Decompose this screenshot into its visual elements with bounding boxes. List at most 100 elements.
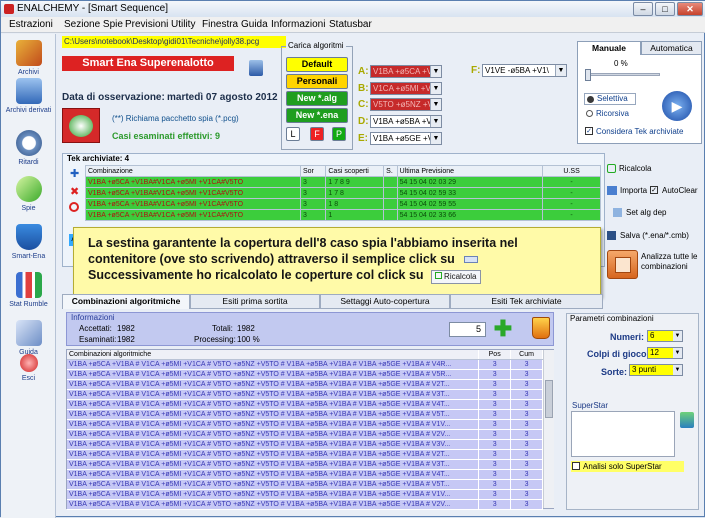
menu-utility[interactable]: Utility (171, 19, 195, 30)
l-button[interactable]: L (286, 127, 300, 141)
list-item[interactable]: V1BA +ø5CA +V1BA # V1CA +ø5MI +V1CA # V5… (67, 359, 543, 371)
autoclear-checkbox[interactable]: ✓ AutoClear (650, 186, 698, 195)
tab-automatica[interactable]: Automatica (641, 41, 702, 55)
table-row[interactable]: V1BA +ø5CA +V1BA#V1CA +ø5MI +V1CA#V5TO 3 1… (85, 209, 601, 221)
menu-sezione-spie[interactable]: Sezione Spie (64, 19, 123, 30)
f-button[interactable]: F (310, 127, 324, 141)
list-item[interactable]: V1BA +ø5CA +V1BA # V1CA +ø5MI +V1CA # V5… (67, 449, 543, 461)
menu-statusbar[interactable]: Statusbar (329, 19, 372, 30)
list-item[interactable]: V1BA +ø5CA +V1BA # V1CA +ø5MI +V1CA # V5… (67, 419, 543, 431)
default-button[interactable]: Default (286, 57, 348, 72)
colpi-select[interactable]: 12 ▼ (647, 347, 683, 359)
slot-e-select[interactable]: V1BA +ø5GE +V1I ▼ (370, 132, 442, 145)
personali-button[interactable]: Personali (286, 74, 348, 89)
menu-guida[interactable]: Guida (241, 19, 268, 30)
play-button[interactable]: ▶ (662, 91, 692, 121)
list-item[interactable]: V1BA +ø5CA +V1BA # V1CA +ø5MI +V1CA # V5… (67, 369, 543, 381)
book-icon (15, 320, 42, 346)
monitor-icon[interactable] (680, 412, 694, 428)
list-item[interactable]: V1BA +ø5CA +V1BA # V1CA +ø5MI +V1CA # V5… (67, 429, 543, 441)
ricorsiva-radio[interactable]: Ricorsiva (584, 109, 629, 118)
delete-icon[interactable]: ✖ (70, 185, 79, 198)
list-item[interactable]: V1BA +ø5CA +V1BA # V1CA +ø5MI +V1CA # V5… (67, 499, 543, 511)
tab-combinazioni-algoritmiche[interactable]: Combinazioni algoritmiche (62, 294, 190, 309)
analizza-button[interactable] (607, 250, 638, 279)
col-combinazione[interactable]: Combinazione (85, 165, 301, 177)
sidebar-item-archivi[interactable]: Archivi (1, 40, 56, 76)
list-item[interactable]: V1BA +ø5CA +V1BA # V1CA +ø5MI +V1CA # V5… (67, 469, 543, 481)
slider-thumb[interactable] (585, 69, 591, 81)
new-ena-button[interactable]: New *.ena (286, 108, 348, 123)
refresh-icon (607, 164, 616, 173)
superstar-textarea[interactable] (571, 411, 675, 457)
richiama-link[interactable]: (**) Richiama pacchetto spia (*.pcg) (112, 114, 239, 123)
shield-icon (15, 224, 42, 250)
considera-checkbox[interactable]: ✓ Considera Tek archiviate (584, 127, 683, 136)
importa-button[interactable]: Importa (607, 186, 647, 195)
numeri-select[interactable]: 6 ▼ (647, 330, 683, 342)
sidebar-item-smart-ena[interactable]: Smart-Ena (1, 224, 56, 260)
list-item[interactable]: V1BA +ø5CA +V1BA # V1CA +ø5MI +V1CA # V5… (67, 389, 543, 401)
vertical-scrollbar[interactable] (543, 350, 554, 508)
list-item[interactable]: V1BA +ø5CA +V1BA # V1CA +ø5MI +V1CA # V5… (67, 379, 543, 391)
menu-previsioni[interactable]: Previsioni (125, 19, 168, 30)
list-item[interactable]: V1BA +ø5CA +V1BA # V1CA +ø5MI +V1CA # V5… (67, 439, 543, 451)
tab-manuale[interactable]: Manuale (577, 41, 641, 55)
menu-finestra[interactable]: Finestra (202, 19, 238, 30)
p-button[interactable]: P (332, 127, 346, 141)
menu-informazioni[interactable]: Informazioni (271, 19, 325, 30)
col-s[interactable]: S. (383, 165, 398, 177)
ricalcola-button[interactable]: Ricalcola (607, 164, 651, 173)
col-uss[interactable]: U.SS (542, 165, 601, 177)
block-icon[interactable] (69, 202, 79, 212)
trash-icon[interactable] (532, 317, 550, 339)
sidebar-item-guida[interactable]: Guida (1, 320, 56, 356)
list-item[interactable]: V1BA +ø5CA +V1BA # V1CA +ø5MI +V1CA # V5… (67, 409, 543, 421)
maximize-button[interactable]: □ (655, 2, 675, 16)
slot-f-select[interactable]: V1VE -ø5BA +V1\ ▼ (482, 64, 567, 77)
new-alg-button[interactable]: New *.alg (286, 91, 348, 106)
sidebar-item-spie[interactable]: Spie (1, 176, 56, 212)
save-icon[interactable] (249, 60, 263, 76)
slot-a-select[interactable]: V1BA +ø5CA +V1 ▼ (370, 65, 442, 78)
set-alg-dep-button[interactable]: Set alg dep (613, 208, 666, 217)
spy-package-button[interactable] (62, 108, 100, 143)
scrollbar-thumb[interactable] (545, 380, 553, 418)
slot-d-select[interactable]: V1BA +ø5BA +V1 ▼ (370, 115, 442, 128)
close-button[interactable]: ✕ (677, 2, 703, 16)
list-item[interactable]: V1BA +ø5CA +V1BA # V1CA +ø5MI +V1CA # V5… (67, 489, 543, 501)
chevron-down-icon: ▼ (430, 99, 441, 110)
tab-settaggi-auto-copertura[interactable]: Settaggi Auto-copertura (320, 294, 450, 309)
list-item[interactable]: V1BA +ø5CA +V1BA # V1CA +ø5MI +V1CA # V5… (67, 399, 543, 411)
slot-b-select[interactable]: V1CA +ø5MI +V1 ▼ (370, 82, 442, 95)
table-row[interactable]: V1BA +ø5CA +V1BA#V1CA +ø5MI +V1CA#V5TO 3 1… (85, 198, 601, 210)
add-icon[interactable]: ✚ (70, 167, 79, 180)
salva-button[interactable]: Salva (*.ena/*.cmb) (607, 231, 689, 240)
col-casi[interactable]: Casi scoperti (325, 165, 385, 177)
game-title: Smart Ena Superenalotto (62, 56, 234, 71)
progress-slider[interactable] (585, 69, 660, 81)
sidebar-item-stat-rumble[interactable]: Stat Rumble (1, 272, 56, 308)
tab-esiti-tek-archiviate[interactable]: Esiti Tek archiviate (450, 294, 603, 309)
check-icon: ✓ (585, 127, 593, 135)
list-item[interactable]: V1BA +ø5CA +V1BA # V1CA +ø5MI +V1CA # V5… (67, 479, 543, 491)
annotation-note: La sestina garantente la copertura dell'… (73, 227, 601, 297)
slot-c-select[interactable]: V5TO +ø5NZ +V1 ▼ (370, 98, 442, 111)
selettiva-radio[interactable]: Selettiva (584, 93, 636, 105)
sidebar-item-archivi-derivati[interactable]: Archivi derivati (1, 78, 56, 114)
tab-esiti-prima-sortita[interactable]: Esiti prima sortita (190, 294, 320, 309)
col-ultima[interactable]: Ultima Previsione (396, 165, 544, 177)
plug-icon (69, 115, 93, 137)
sorte-select[interactable]: 3 punti ▼ (629, 364, 683, 376)
count-field[interactable]: 5 (449, 322, 486, 337)
menu-estrazioni[interactable]: Estrazioni (9, 19, 53, 30)
table-row[interactable]: V1BA +ø5CA +V1BA#V1CA +ø5MI +V1CA#V5TO 3 1… (85, 176, 601, 188)
sidebar-item-esci[interactable]: Esci (1, 354, 56, 382)
sidebar-item-ritardi[interactable]: Ritardi (1, 130, 56, 166)
minimize-button[interactable]: – (633, 2, 653, 16)
table-row[interactable]: V1BA +ø5CA +V1BA#V1CA +ø5MI +V1CA#V5TO 3 1… (85, 187, 601, 199)
col-sor[interactable]: Sor (299, 165, 327, 177)
analisi-superstar-checkbox[interactable]: Analisi solo SuperStar (571, 461, 684, 472)
add-icon[interactable]: ✚ (493, 318, 513, 340)
list-item[interactable]: V1BA +ø5CA +V1BA # V1CA +ø5MI +V1CA # V5… (67, 459, 543, 471)
